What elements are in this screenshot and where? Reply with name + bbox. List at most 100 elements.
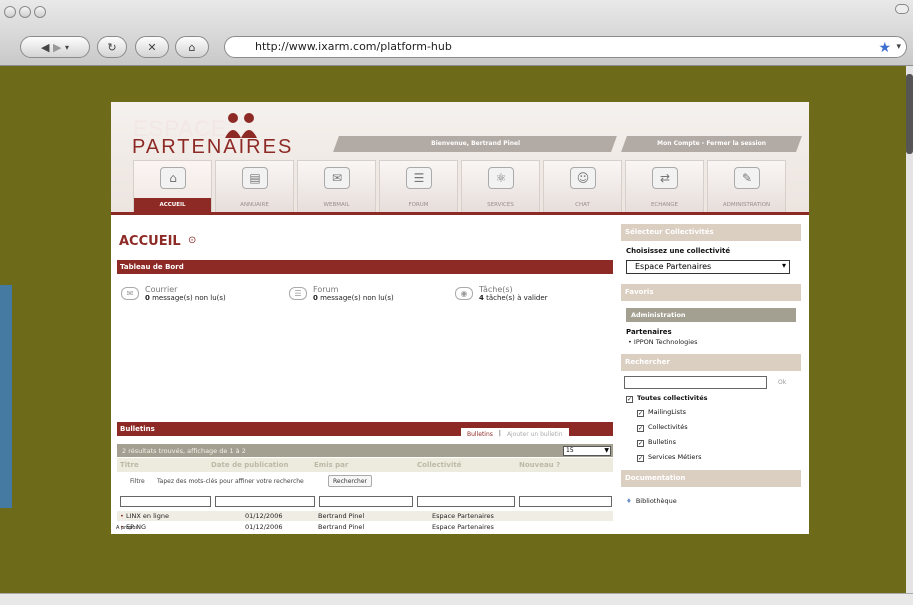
welcome-banner: Bienvenue, Bertrand Pinel [333,136,617,152]
partner-item[interactable]: • IPPON Technologies [628,338,697,346]
partner-name[interactable]: IPPON Technologies [634,338,698,346]
cell-emis: Bertrand Pinel [318,512,365,520]
logo-line2: PARTENAIRES [132,136,294,158]
back-forward-button[interactable]: ◀ ▶ ▾ [20,36,90,58]
column-collectivite[interactable]: Collectivité [417,461,461,469]
reload-button[interactable]: ↻ [97,36,127,58]
scrollbar-thumb[interactable] [906,74,913,154]
tab-webmail[interactable]: ✉ WEBMAIL [297,160,376,212]
account-link-text[interactable]: Mon Compte - Fermer la session [657,140,766,147]
checkbox-icon[interactable]: ✓ [637,425,644,432]
checkbox-collectivites[interactable]: ✓ Collectivités [637,423,688,432]
address-bar[interactable]: http://www.ixarm.com/platform-hub [224,36,907,58]
help-icon[interactable]: ⊙ [188,235,196,246]
back-arrow-icon[interactable]: ◀ [41,41,49,54]
tab-bulletins[interactable]: Bulletins [461,428,499,441]
column-emis[interactable]: Emis par [314,461,348,469]
tab-chat[interactable]: ☺ CHAT [543,160,622,212]
tab-add-bulletin[interactable]: Ajouter un bulletin [501,428,569,441]
bookmark-menu-icon[interactable]: ▾ [896,42,901,52]
checkbox-icon[interactable]: ✓ [637,410,644,417]
filter-hint: Tapez des mots-clés pour affiner votre r… [157,478,304,485]
tab-accueil[interactable]: ⌂ ACCUEIL [133,160,212,212]
tab-label: ADMINISTRATION [722,202,771,208]
tab-forum[interactable]: ☰ FORUM [379,160,458,212]
column-nouveau[interactable]: Nouveau ? [519,461,560,469]
bookmark-star-icon[interactable]: ★ [878,40,891,56]
filter-emis-input[interactable] [319,496,413,507]
portal-header: ESPACE PARTENAIRES Bienvenue, Bertrand P… [111,102,809,215]
close-window-button[interactable] [4,6,16,18]
checkbox-icon[interactable]: ✓ [637,455,644,462]
checkbox-icon[interactable]: ✓ [626,396,633,403]
checkbox-mailinglists[interactable]: ✓ MailingLists [637,408,686,417]
history-caret-icon[interactable]: ▾ [65,43,69,52]
cell-collectivite: Espace Partenaires [432,523,494,531]
library-link[interactable]: ♦ Bibliothèque [626,497,677,505]
filter-nouveau-input[interactable] [519,496,612,507]
bullet-icon: • [120,512,124,520]
tab-echange[interactable]: ⇄ ECHANGE [625,160,704,212]
zoom-window-button[interactable] [34,6,46,18]
account-links[interactable]: Mon Compte - Fermer la session [621,136,802,152]
dropdown-arrow-icon: ▾ [781,261,786,270]
book-icon: ▤ [242,167,268,189]
stop-icon: ✕ [147,40,157,54]
library-icon: ♦ [626,497,632,505]
filter-collectivite-input[interactable] [417,496,515,507]
table-row[interactable]: • EP NG 01/12/2006 Bertrand Pinel Espace… [117,522,613,532]
tab-label: ACCUEIL [134,198,211,212]
envelope-icon: ✉ [121,287,139,300]
exchange-icon: ⇄ [652,167,678,189]
checkbox-label: Toutes collectivités [637,394,708,402]
checkbox-icon[interactable]: ✓ [637,440,644,447]
tab-label: CHAT [575,202,590,208]
bulletins-tabs: Bulletins | Ajouter un bulletin [461,428,569,441]
toolbar-toggle-button[interactable] [895,4,909,14]
checkbox-services-metiers[interactable]: ✓ Services Métiers [637,453,702,462]
checkbox-label: Bulletins [648,438,677,446]
checkbox-label: Collectivités [648,423,688,431]
page-size-select[interactable]: 15 ▼ [563,446,611,456]
search-button[interactable]: Rechercher [328,475,372,487]
tab-annuaire[interactable]: ▤ ANNUAIRE [215,160,294,212]
tab-label: FORUM [408,202,429,208]
notif-value: 4 tâche(s) à valider [479,294,548,302]
column-titre[interactable]: Titre [120,461,139,469]
filter-date-input[interactable] [215,496,315,507]
about-link[interactable]: A propos [116,525,138,531]
notif-label: Tâche(s) [479,285,513,294]
checkbox-all-collectivities[interactable]: ✓ Toutes collectivités [626,394,708,403]
cell-collectivite: Espace Partenaires [432,512,494,520]
home-icon: ⌂ [160,167,186,189]
chat-icon: ☺ [570,167,596,189]
minimize-window-button[interactable] [19,6,31,18]
tab-administration[interactable]: ✎ ADMINISTRATION [707,160,786,212]
side-decoration [0,285,12,508]
collectivity-select[interactable]: Espace Partenaires ▾ [626,260,790,274]
search-input[interactable] [624,376,767,389]
table-row[interactable]: • LINX en ligne 01/12/2006 Bertrand Pine… [117,511,613,521]
home-icon: ⌂ [188,40,196,54]
cell-titre[interactable]: LINX en ligne [126,512,169,520]
tab-services[interactable]: ⚛ SERVICES [461,160,540,212]
cell-emis: Bertrand Pinel [318,523,365,531]
atom-icon: ⚛ [488,167,514,189]
page-size-value: 15 [566,447,574,454]
collectivity-selected: Espace Partenaires [635,262,712,271]
task-icon: ◉ [455,287,473,300]
filter-titre-input[interactable] [120,496,211,507]
favorites-admin[interactable]: Administration [626,308,796,322]
stop-button[interactable]: ✕ [135,36,169,58]
library-label[interactable]: Bibliothèque [636,497,677,505]
browser-chrome: ◀ ▶ ▾ ↻ ✕ ⌂ http://www.ixarm.com/platfor… [0,0,913,66]
forward-arrow-icon[interactable]: ▶ [53,41,61,54]
ok-button[interactable]: Ok [778,379,786,386]
notif-label: Forum [313,285,339,294]
checkbox-bulletins[interactable]: ✓ Bulletins [637,438,676,447]
users-logo-icon [225,113,257,138]
column-date[interactable]: Date de publication [211,461,288,469]
sidebar: Sélecteur Collectivités Choisissez une c… [621,222,801,528]
home-button[interactable]: ⌂ [175,36,209,58]
tab-label: ECHANGE [650,202,679,208]
